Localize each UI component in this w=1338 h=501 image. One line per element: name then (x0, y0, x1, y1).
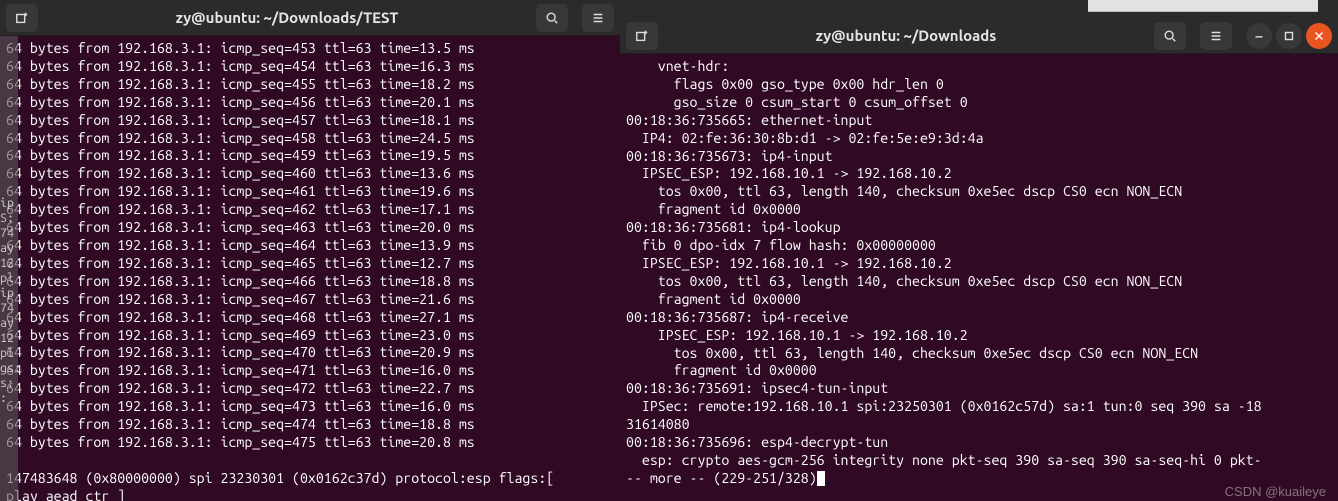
terminal-output-left[interactable]: 64 bytes from 192.168.3.1: icmp_seq=453 … (0, 36, 620, 501)
terminal-window-left: zy@ubuntu: ~/Downloads/TEST ip S: 74 ay … (0, 0, 620, 501)
search-button[interactable] (536, 4, 568, 32)
menu-button[interactable] (1200, 22, 1232, 50)
terminal-output-right[interactable]: vnet-hdr: flags 0x00 gso_type 0x00 hdr_l… (620, 54, 1338, 501)
search-button[interactable] (1154, 22, 1186, 50)
minimize-button[interactable] (1246, 23, 1272, 49)
maximize-button[interactable] (1276, 23, 1302, 49)
new-tab-button[interactable] (626, 22, 658, 50)
window-title-left: zy@ubuntu: ~/Downloads/TEST (42, 9, 532, 26)
titlebar-left[interactable]: zy@ubuntu: ~/Downloads/TEST (0, 0, 620, 36)
window-title-right: zy@ubuntu: ~/Downloads (662, 27, 1150, 44)
terminal-window-right: zy@ubuntu: ~/Downloads vnet-hdr: flags 0… (620, 18, 1338, 501)
background-gutter-text: ip S: 74 ay 12 pl ip 74 ay 12 pl gs: s: … (0, 36, 18, 501)
watermark: CSDN @kuaileye (1225, 484, 1326, 499)
background-tab-hint (1088, 0, 1318, 12)
new-tab-button[interactable] (6, 4, 38, 32)
menu-button[interactable] (582, 4, 614, 32)
close-button[interactable] (1306, 23, 1332, 49)
titlebar-right[interactable]: zy@ubuntu: ~/Downloads (620, 18, 1338, 54)
cursor (817, 471, 825, 486)
